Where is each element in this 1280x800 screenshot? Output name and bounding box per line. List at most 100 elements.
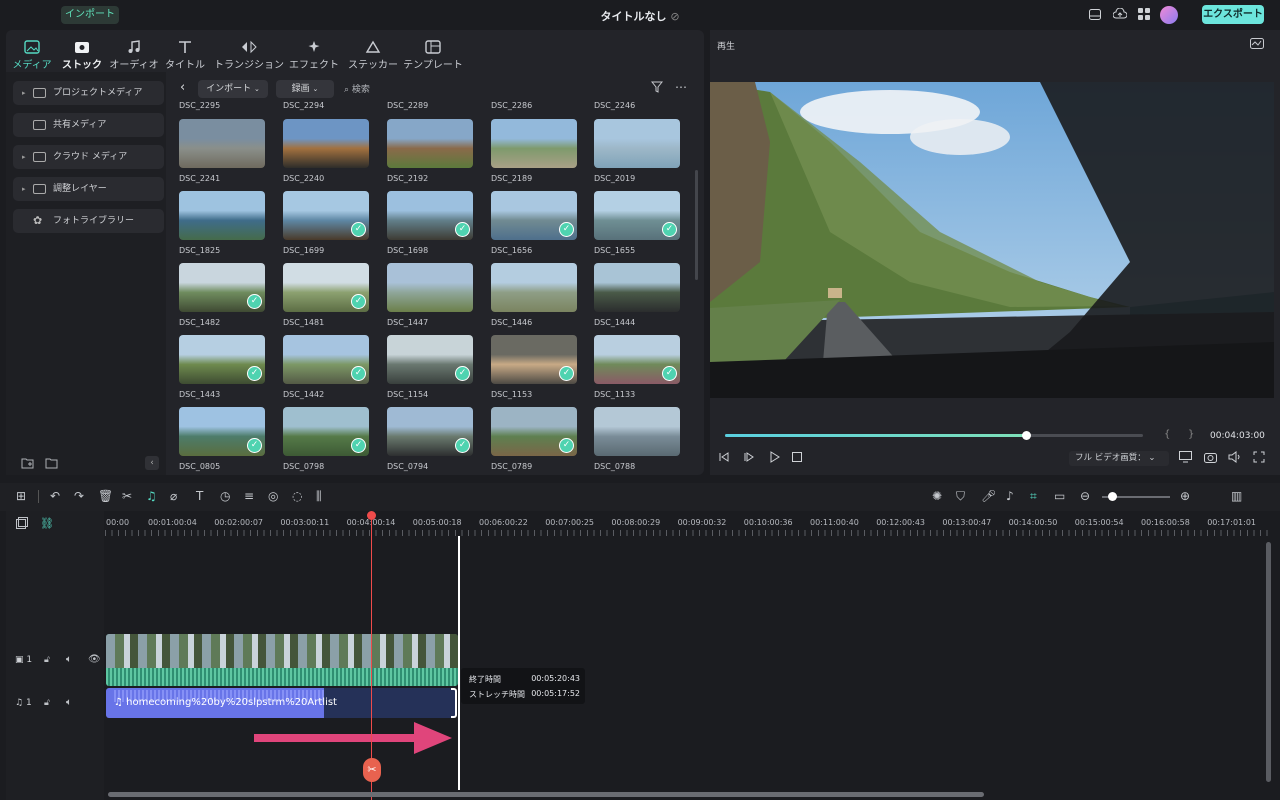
- playhead[interactable]: [371, 513, 372, 800]
- media-thumbnail[interactable]: [594, 119, 680, 168]
- layout-icon[interactable]: [1089, 9, 1101, 20]
- media-thumbnail[interactable]: ✓: [594, 191, 680, 240]
- media-thumbnail[interactable]: ✓: [283, 407, 369, 456]
- tab-effect[interactable]: エフェクト: [288, 36, 340, 71]
- layout-toggle-icon[interactable]: ▥: [1231, 489, 1242, 503]
- media-thumbnail[interactable]: [387, 119, 473, 168]
- tag-icon[interactable]: ⌀: [170, 489, 177, 503]
- media-thumbnail[interactable]: [387, 263, 473, 312]
- search-input[interactable]: ⌕ 検索: [344, 82, 464, 96]
- audio-clip[interactable]: ♫ homecoming%20by%20slpstrm%20Artlist: [106, 688, 456, 718]
- playhead-handle[interactable]: [367, 511, 376, 520]
- cut-icon[interactable]: ✂: [122, 489, 132, 503]
- mark-out-icon[interactable]: }: [1188, 429, 1194, 440]
- quality-dropdown[interactable]: フル ビデオ画質： ⌄: [1069, 451, 1169, 466]
- video-preview[interactable]: [710, 82, 1274, 398]
- mark-in-icon[interactable]: {: [1164, 429, 1170, 440]
- adjust-icon[interactable]: ≡: [244, 489, 254, 503]
- tab-transition[interactable]: トランジション: [214, 36, 284, 71]
- split-audio-icon[interactable]: ⫼: [316, 489, 322, 504]
- split-scissors-button[interactable]: ✂: [363, 758, 381, 782]
- media-thumbnail[interactable]: ✓: [387, 335, 473, 384]
- media-thumbnail[interactable]: ✓: [283, 263, 369, 312]
- sidebar-item-1[interactable]: ▸ プロジェクトメディア: [13, 81, 164, 105]
- zoom-in-icon[interactable]: ⊕: [1180, 489, 1190, 503]
- link-icon[interactable]: ⛓: [40, 517, 54, 530]
- sidebar-item-5[interactable]: ✿ フォトライブラリー: [13, 209, 164, 233]
- display-icon[interactable]: [1179, 451, 1192, 463]
- playback-scrubber[interactable]: [1021, 431, 1031, 440]
- media-thumbnail[interactable]: [491, 119, 577, 168]
- fullscreen-icon[interactable]: [1253, 451, 1265, 463]
- browser-scrollbar[interactable]: [695, 170, 698, 280]
- media-thumbnail[interactable]: ✓: [283, 335, 369, 384]
- lock-icon[interactable]: 🔓︎: [44, 655, 50, 665]
- media-thumbnail[interactable]: ✓: [491, 335, 577, 384]
- text-icon[interactable]: T: [196, 489, 203, 503]
- music-track-icon[interactable]: ♪: [1006, 489, 1014, 503]
- tab-template[interactable]: テンプレート: [403, 36, 463, 71]
- lock-icon[interactable]: 🔓︎: [44, 698, 50, 708]
- snapshot-camera-icon[interactable]: [1204, 451, 1217, 463]
- stop-icon[interactable]: [792, 452, 802, 462]
- mute-icon[interactable]: 🔈︎: [66, 654, 72, 665]
- zoom-out-icon[interactable]: ⊖: [1080, 489, 1090, 503]
- media-thumbnail[interactable]: ✓: [179, 335, 265, 384]
- record-dropdown[interactable]: 録画 ⌄: [276, 80, 334, 98]
- back-arrow-icon[interactable]: ‹: [180, 80, 185, 95]
- sidebar-item-3[interactable]: ▸ クラウド メディア: [13, 145, 164, 169]
- play-icon[interactable]: [768, 451, 780, 463]
- media-thumbnail[interactable]: ✓: [179, 407, 265, 456]
- import-button[interactable]: インポート: [61, 6, 119, 24]
- tab-title[interactable]: タイトル: [164, 36, 206, 71]
- waveform-view-icon[interactable]: [1250, 38, 1264, 49]
- previous-frame-icon[interactable]: [718, 451, 730, 463]
- cloud-upload-icon[interactable]: [1113, 8, 1127, 20]
- more-options-icon[interactable]: ⋯: [675, 80, 687, 94]
- tab-sticker[interactable]: ステッカー: [345, 36, 401, 71]
- stabilize-icon[interactable]: ◌: [292, 489, 302, 503]
- import-folder-icon[interactable]: [45, 457, 59, 469]
- mic-icon[interactable]: 🎤︎: [981, 489, 996, 503]
- visibility-eye-icon[interactable]: 👁︎: [88, 654, 101, 665]
- next-frame-icon[interactable]: [743, 451, 755, 463]
- delete-icon[interactable]: 🗑︎: [98, 489, 113, 503]
- shield-icon[interactable]: ⛉: [956, 489, 965, 504]
- media-thumbnail[interactable]: [594, 407, 680, 456]
- redo-icon[interactable]: ↷: [74, 489, 84, 503]
- media-thumbnail[interactable]: [179, 119, 265, 168]
- export-button[interactable]: エクスポート: [1202, 5, 1264, 24]
- volume-icon[interactable]: [1228, 451, 1241, 463]
- import-dropdown[interactable]: インポート ⌄: [198, 80, 268, 98]
- undo-icon[interactable]: ↶: [50, 489, 60, 503]
- tab-audio[interactable]: オーディオ: [108, 36, 160, 71]
- media-thumbnail[interactable]: ✓: [491, 407, 577, 456]
- caption-icon[interactable]: ▭: [1054, 489, 1065, 503]
- media-thumbnail[interactable]: [491, 263, 577, 312]
- sidebar-item-2[interactable]: 共有メディア: [13, 113, 164, 137]
- new-folder-icon[interactable]: [21, 457, 35, 469]
- zoom-slider-knob[interactable]: [1108, 492, 1117, 501]
- mute-icon[interactable]: 🔈︎: [66, 697, 72, 708]
- media-thumbnail[interactable]: [594, 263, 680, 312]
- add-track-icon[interactable]: [16, 517, 28, 529]
- render-icon[interactable]: ✺: [932, 489, 942, 503]
- timeline-h-scrollbar[interactable]: [108, 792, 984, 797]
- media-thumbnail[interactable]: [283, 119, 369, 168]
- timeline-v-scrollbar[interactable]: [1266, 542, 1271, 782]
- project-title[interactable]: タイトルなし ⊘: [560, 8, 720, 24]
- apps-grid-icon[interactable]: [1138, 8, 1150, 20]
- filter-icon[interactable]: [651, 81, 663, 93]
- audio-stretch-icon[interactable]: ♫: [146, 489, 157, 503]
- snap-icon[interactable]: ⌗: [1030, 489, 1037, 504]
- media-thumbnail[interactable]: ✓: [594, 335, 680, 384]
- avatar[interactable]: [1160, 6, 1178, 24]
- media-thumbnail[interactable]: ✓: [283, 191, 369, 240]
- media-thumbnail[interactable]: [179, 191, 265, 240]
- color-icon[interactable]: ◎: [268, 489, 278, 503]
- video-clip[interactable]: [106, 634, 458, 686]
- speed-icon[interactable]: ◷: [220, 489, 230, 503]
- collapse-sidebar-button[interactable]: ‹: [145, 456, 159, 470]
- media-thumbnail[interactable]: ✓: [491, 191, 577, 240]
- tab-stock[interactable]: ストック: [61, 36, 103, 71]
